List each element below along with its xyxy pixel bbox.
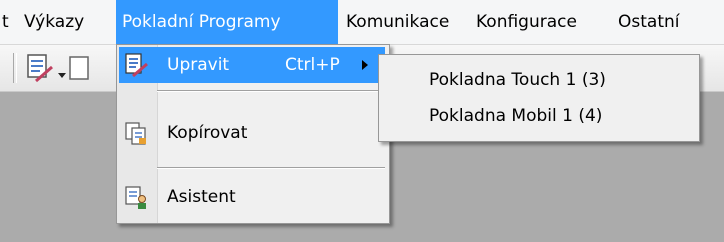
toolbar-separator [13,53,17,83]
edit-document-icon [123,52,149,78]
pokladni-programy-menu: Upravit Ctrl+P Kopírovat Asistent [116,44,390,224]
menu-vykazy[interactable]: Výkazy [18,0,90,44]
menu-bar: t Výkazy Pokladní Programy Komunikace Ko… [0,0,724,45]
menu-item-shortcut: Ctrl+P [285,55,340,75]
menu-separator [157,167,385,169]
menu-partial-item[interactable]: t [0,0,15,44]
wizard-user-icon [123,184,149,210]
toolbar-edit-button[interactable] [22,51,56,85]
menu-item-asistent[interactable]: Asistent [119,179,385,215]
menu-item-kopirovat[interactable]: Kopírovat [119,115,385,151]
submenu-item-pokladna-mobil[interactable]: Pokladna Mobil 1 (4) [429,101,602,131]
menu-item-label: Kopírovat [167,123,248,143]
menu-separator [157,90,385,92]
menu-ostatni[interactable]: Ostatní [612,0,685,44]
menu-item-upravit[interactable]: Upravit Ctrl+P [119,47,385,83]
chevron-down-icon[interactable] [58,65,66,78]
menu-item-label: Asistent [167,187,236,207]
submenu-item-pokladna-touch[interactable]: Pokladna Touch 1 (3) [429,65,606,95]
edit-document-icon [27,54,53,83]
menu-pokladni-programy[interactable]: Pokladní Programy [116,0,338,44]
menu-konfigurace[interactable]: Konfigurace [470,0,583,44]
menu-komunikace[interactable]: Komunikace [340,0,455,44]
menu-item-label: Upravit [167,55,230,75]
copy-document-icon [123,120,149,146]
upravit-submenu: Pokladna Touch 1 (3) Pokladna Mobil 1 (4… [378,54,700,142]
toolbar-doc-icon[interactable] [68,55,90,83]
